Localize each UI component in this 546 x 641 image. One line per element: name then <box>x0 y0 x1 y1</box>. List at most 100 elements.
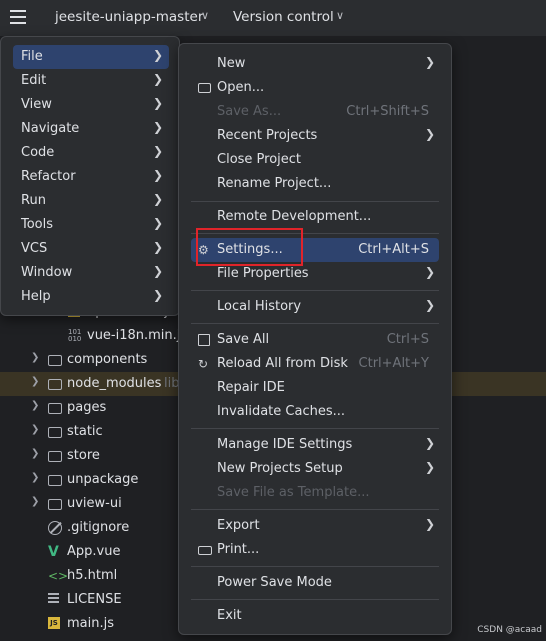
chevron-down-icon[interactable]: ∨ <box>336 9 344 22</box>
menu-label: Tools <box>21 217 54 232</box>
folder-icon <box>48 475 62 486</box>
tree-label: main.js <box>67 616 114 631</box>
menu-label: Code <box>21 145 55 160</box>
menu-item-shortcut: Ctrl+Shift+S <box>346 104 429 119</box>
menu-item-new[interactable]: New ❯ <box>191 52 439 76</box>
printer-icon <box>198 543 212 557</box>
menu-label: Edit <box>21 73 47 88</box>
menu-item-save-as: Save As... Ctrl+Shift+S <box>191 100 439 124</box>
menu-item-manage-ide-settings[interactable]: Manage IDE Settings ❯ <box>191 433 439 457</box>
chevron-right-icon: ❯ <box>424 436 435 450</box>
menu-item-export[interactable]: Export ❯ <box>191 514 439 538</box>
chevron-right-icon: ❯ <box>152 192 163 206</box>
binary-file-icon: 101 010 <box>68 328 82 343</box>
menu-separator <box>191 566 439 567</box>
chevron-right-icon: ❯ <box>424 460 435 474</box>
menu-item-recent-projects[interactable]: Recent Projects ❯ <box>191 124 439 148</box>
chevron-right-icon[interactable]: ❯ <box>31 448 39 459</box>
menu-vcs[interactable]: VCS ❯ <box>13 237 169 261</box>
chevron-right-icon: ❯ <box>424 265 435 279</box>
menu-item-invalidate-caches[interactable]: Invalidate Caches... <box>191 400 439 424</box>
chevron-right-icon[interactable]: ❯ <box>31 352 39 363</box>
chevron-down-icon[interactable]: ∨ <box>201 9 209 22</box>
folder-icon <box>48 355 62 366</box>
menu-refactor[interactable]: Refactor ❯ <box>13 165 169 189</box>
chevron-right-icon[interactable]: ❯ <box>31 424 39 435</box>
folder-icon <box>48 451 62 462</box>
menu-run[interactable]: Run ❯ <box>13 189 169 213</box>
menu-item-label: Exit <box>217 608 242 623</box>
license-icon <box>48 593 63 607</box>
menu-item-label: Invalidate Caches... <box>217 404 346 419</box>
menu-item-label: Save As... <box>217 104 282 119</box>
tree-label: node_modules <box>67 376 162 391</box>
menu-item-rename-project[interactable]: Rename Project... <box>191 172 439 196</box>
menu-separator <box>191 201 439 202</box>
menu-code[interactable]: Code ❯ <box>13 141 169 165</box>
tree-label: h5.html <box>67 568 118 583</box>
folder-open-icon <box>198 81 212 95</box>
menu-item-label: New <box>217 56 246 71</box>
tree-label: static <box>67 424 103 439</box>
menu-navigate[interactable]: Navigate ❯ <box>13 117 169 141</box>
menu-item-remote-development[interactable]: Remote Development... <box>191 205 439 229</box>
chevron-right-icon: ❯ <box>152 168 163 182</box>
menu-item-label: Reload All from Disk <box>217 356 348 371</box>
menu-edit[interactable]: Edit ❯ <box>13 69 169 93</box>
menu-item-local-history[interactable]: Local History ❯ <box>191 295 439 319</box>
version-control-widget[interactable]: Version control <box>233 9 334 25</box>
tree-label: pages <box>67 400 107 415</box>
menu-item-shortcut: Ctrl+Alt+Y <box>358 356 429 371</box>
folder-icon <box>48 379 62 390</box>
chevron-right-icon: ❯ <box>152 48 163 62</box>
menu-item-close-project[interactable]: Close Project <box>191 148 439 172</box>
menu-label: Refactor <box>21 169 76 184</box>
menu-item-label: Export <box>217 518 260 533</box>
menu-item-label: Power Save Mode <box>217 575 332 590</box>
menu-item-exit[interactable]: Exit <box>191 604 439 628</box>
title-bar: jeesite-uniapp-master ∨ Version control … <box>0 0 546 36</box>
chevron-right-icon[interactable]: ❯ <box>31 496 39 507</box>
main-menu-icon[interactable] <box>10 10 28 26</box>
menu-item-label: Manage IDE Settings <box>217 437 353 452</box>
tree-label: .gitignore <box>67 520 130 535</box>
menu-file[interactable]: File ❯ <box>13 45 169 69</box>
menu-item-power-save-mode[interactable]: Power Save Mode <box>191 571 439 595</box>
menu-label: Window <box>21 265 73 280</box>
menu-item-label: File Properties <box>217 266 309 281</box>
menu-view[interactable]: View ❯ <box>13 93 169 117</box>
chevron-right-icon: ❯ <box>424 298 435 312</box>
menu-item-label: Print... <box>217 542 260 557</box>
tree-label: LICENSE <box>67 592 122 607</box>
menu-separator <box>191 599 439 600</box>
menu-item-label: Open... <box>217 80 265 95</box>
menu-item-save-file-as-template: Save File as Template... <box>191 481 439 505</box>
menu-window[interactable]: Window ❯ <box>13 261 169 285</box>
gitignore-icon <box>48 521 62 535</box>
folder-icon <box>48 427 62 438</box>
html-file-icon: <> <box>48 569 69 583</box>
menu-help[interactable]: Help ❯ <box>13 285 169 309</box>
project-name[interactable]: jeesite-uniapp-master <box>55 9 203 25</box>
menu-item-label: Save File as Template... <box>217 485 370 500</box>
menu-item-new-projects-setup[interactable]: New Projects Setup ❯ <box>191 457 439 481</box>
menu-item-reload-all[interactable]: ↻ Reload All from Disk Ctrl+Alt+Y <box>191 352 439 376</box>
menu-tools[interactable]: Tools ❯ <box>13 213 169 237</box>
menu-separator <box>191 290 439 291</box>
watermark: CSDN @acaad <box>477 625 542 635</box>
chevron-right-icon[interactable]: ❯ <box>31 400 39 411</box>
menu-item-print[interactable]: Print... <box>191 538 439 562</box>
menu-item-open[interactable]: Open... <box>191 76 439 100</box>
tree-label: App.vue <box>67 544 121 559</box>
chevron-right-icon: ❯ <box>152 120 163 134</box>
menu-item-label: Remote Development... <box>217 209 372 224</box>
menu-item-shortcut: Ctrl+S <box>386 332 429 347</box>
menu-item-repair-ide[interactable]: Repair IDE <box>191 376 439 400</box>
file-submenu: New ❯ Open... Save As... Ctrl+Shift+S Re… <box>178 43 452 635</box>
annotation-highlight-box <box>196 228 303 266</box>
menu-item-label: Repair IDE <box>217 380 285 395</box>
chevron-right-icon: ❯ <box>152 264 163 278</box>
chevron-right-icon[interactable]: ❯ <box>31 376 39 387</box>
menu-item-save-all[interactable]: Save All Ctrl+S <box>191 328 439 352</box>
chevron-right-icon[interactable]: ❯ <box>31 472 39 483</box>
